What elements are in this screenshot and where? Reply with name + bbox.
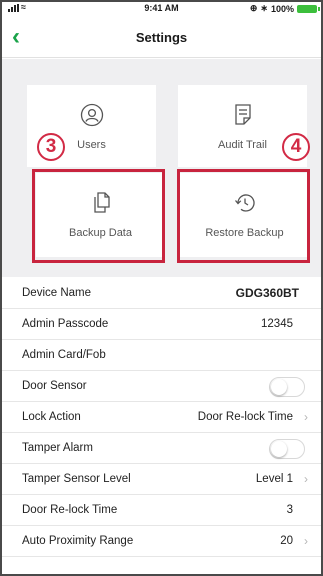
chevron-right-icon: ›	[304, 410, 308, 424]
bluetooth-icon: ∗	[260, 3, 268, 13]
nav-bar: ‹ Settings	[2, 18, 321, 58]
tile-grid: Users Audit Trail Backup Data Restore Ba…	[2, 59, 321, 277]
location-icon: ⊕	[249, 3, 258, 13]
setting-row-admin-card-fob[interactable]: Admin Card/Fob	[2, 340, 321, 371]
setting-label: Door Re-lock Time	[22, 504, 118, 516]
setting-value: 3	[286, 504, 293, 516]
status-right: ⊕ ∗ 100%	[249, 3, 320, 14]
setting-row-tamper-alarm: Tamper Alarm	[2, 433, 321, 464]
setting-row-lock-action[interactable]: Lock Action Door Re-lock Time ›	[2, 402, 321, 433]
setting-row-device-name[interactable]: Device Name GDG360BT	[2, 278, 321, 309]
setting-row-door-relock-time[interactable]: Door Re-lock Time 3	[2, 495, 321, 526]
setting-value: 12345	[261, 318, 293, 330]
setting-label: Admin Card/Fob	[22, 349, 106, 361]
setting-row-tamper-sensor-level[interactable]: Tamper Sensor Level Level 1 ›	[2, 464, 321, 495]
setting-label: Tamper Sensor Level	[22, 473, 131, 485]
setting-label: Tamper Alarm	[22, 442, 93, 454]
setting-value: Level 1	[255, 473, 293, 485]
status-bar: ≈ 9:41 AM ⊕ ∗ 100%	[2, 2, 321, 16]
user-icon	[27, 103, 156, 127]
setting-row-door-sensor: Door Sensor	[2, 371, 321, 402]
chevron-right-icon: ›	[304, 534, 308, 548]
setting-label: Door Sensor	[22, 380, 87, 392]
document-icon	[178, 103, 307, 127]
setting-value: Door Re-lock Time	[197, 411, 293, 423]
setting-label: Lock Action	[22, 411, 81, 423]
setting-label: Auto Proximity Range	[22, 535, 134, 547]
battery-icon	[297, 4, 320, 13]
highlight-box-backup	[32, 169, 165, 263]
page-title: Settings	[135, 30, 188, 45]
setting-row-admin-passcode[interactable]: Admin Passcode 12345	[2, 309, 321, 340]
tamper-alarm-toggle[interactable]	[269, 439, 305, 459]
step-badge-4: 4	[282, 133, 310, 161]
setting-label: Admin Passcode	[22, 318, 109, 330]
setting-value: GDG360BT	[235, 286, 299, 300]
highlight-box-restore	[177, 169, 310, 263]
step-badge-3: 3	[37, 133, 65, 161]
setting-row-auto-proximity-range[interactable]: Auto Proximity Range 20 ›	[2, 526, 321, 557]
battery-percent: 100%	[270, 3, 294, 14]
settings-list: Device Name GDG360BT Admin Passcode 1234…	[2, 278, 321, 557]
setting-label: Device Name	[22, 287, 92, 299]
setting-value: 20	[280, 535, 293, 547]
door-sensor-toggle[interactable]	[269, 377, 305, 397]
phone-frame: ≈ 9:41 AM ⊕ ∗ 100% ‹ Settings Users Audi…	[0, 0, 323, 576]
chevron-right-icon: ›	[304, 472, 308, 486]
